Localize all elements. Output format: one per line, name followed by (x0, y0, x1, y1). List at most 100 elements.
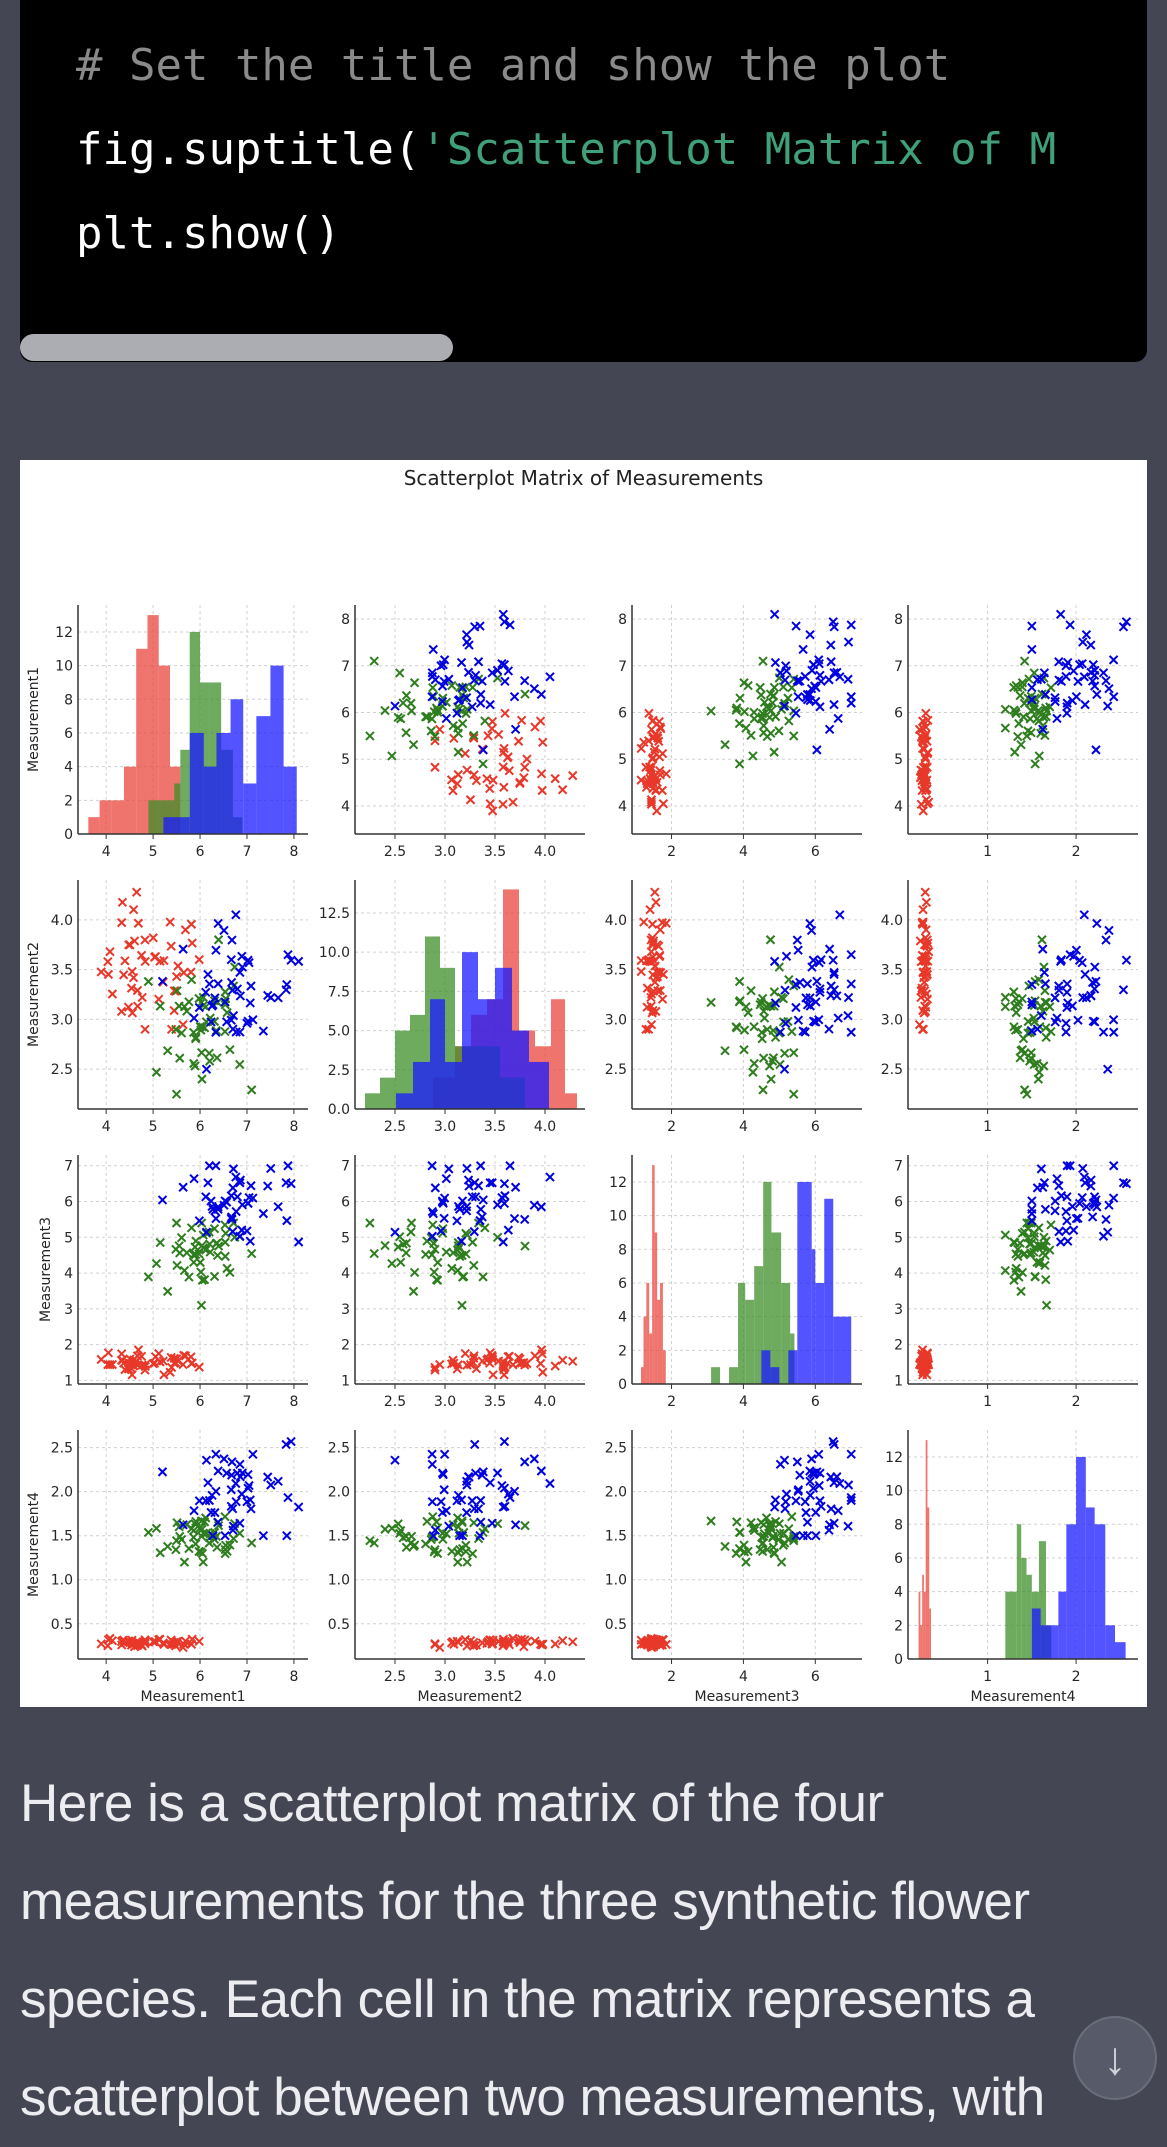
scatter-point (401, 1542, 412, 1553)
histogram-bar (922, 1574, 924, 1659)
y-tick-label: 4 (894, 1585, 903, 1601)
scatter-point (263, 990, 273, 1001)
y-tick-label: 6 (894, 705, 903, 721)
scatter-point (746, 730, 756, 741)
scatter-point (1034, 1223, 1044, 1233)
histogram-bar (88, 817, 100, 834)
y-tick-label: 8 (341, 612, 350, 628)
scatter-point (179, 1265, 190, 1276)
y-tick-label: 1 (341, 1373, 350, 1389)
histogram-bar (833, 1316, 852, 1384)
y-tick-label: 1 (64, 1373, 73, 1389)
scatter-point (461, 629, 472, 640)
x-tick-label: 2.5 (384, 1669, 406, 1685)
scatter-point (791, 1496, 801, 1506)
y-tick-label: 7 (341, 1159, 350, 1175)
histogram-bar (430, 999, 445, 1109)
scatter-point (246, 1504, 256, 1514)
x-tick-label: 2 (1072, 1669, 1081, 1685)
scatter-point (444, 1164, 454, 1174)
scatter-point (846, 949, 856, 960)
code-horizontal-scrollbar[interactable] (20, 334, 453, 361)
scatter-point (406, 1531, 417, 1542)
x-tick-label: 7 (243, 1119, 252, 1135)
scatter-point (131, 887, 142, 897)
scatter-point (1102, 1064, 1113, 1074)
y-tick-label: 1.5 (328, 1529, 350, 1545)
x-tick-label: 2 (667, 844, 676, 860)
scatter-point (475, 1495, 486, 1506)
scatter-point (478, 759, 488, 769)
scatter-point (430, 762, 440, 772)
scatter-point (226, 1485, 236, 1495)
y-tick-label: 6 (64, 1195, 73, 1211)
scatter-point (1034, 751, 1044, 761)
scatter-point (720, 1541, 730, 1552)
scatter-point (1101, 1214, 1111, 1225)
scatter-point (1080, 969, 1090, 980)
histogram-bar (380, 1077, 395, 1109)
scatter-point (127, 966, 137, 977)
scatter-point (154, 994, 164, 1004)
scatter-point (1000, 723, 1011, 733)
histogram-bar (770, 1367, 780, 1384)
y-tick-label: 4.0 (881, 913, 903, 929)
scatter-point (787, 1026, 797, 1037)
scatter-point (746, 985, 756, 996)
scatter-point (509, 691, 520, 702)
scatter-point (1054, 657, 1064, 667)
scatter-point (1062, 1192, 1072, 1202)
y-tick-label: 2 (618, 1343, 627, 1359)
histogram-bar (163, 817, 177, 834)
scatter-point (467, 1237, 478, 1247)
scatter-point (422, 1516, 432, 1527)
scatter-point (1009, 987, 1019, 997)
y-tick-label: 0 (64, 827, 73, 843)
scatter-point (918, 806, 928, 816)
y-tick-label: 4 (64, 760, 73, 776)
scatter-point (246, 981, 256, 991)
scatter-point (1109, 1027, 1119, 1037)
scatter-point (499, 782, 509, 792)
y-tick-label: 12.5 (319, 906, 350, 922)
scatter-point (227, 1457, 237, 1467)
y-tick-label: 4 (341, 799, 350, 815)
scatter-point (545, 1172, 555, 1182)
scatter-point (833, 1505, 843, 1516)
scatter-point (776, 1557, 787, 1567)
code-suptitle-line: fig.suptitle('Scatterplot Matrix of M (76, 124, 1056, 175)
scatter-point (483, 731, 493, 741)
scatter-point (793, 1015, 804, 1025)
scroll-to-bottom-button[interactable]: ↓ (1073, 2016, 1157, 2100)
y-tick-label: 0 (618, 1377, 627, 1393)
histogram-bar (745, 1299, 755, 1384)
scatter-point (846, 620, 856, 630)
x-tick-label: 2 (667, 1669, 676, 1685)
x-tick-label: 3.0 (434, 1669, 456, 1685)
scatter-point (213, 979, 223, 989)
scatter-point (920, 887, 930, 897)
scatter-point (1091, 745, 1101, 755)
scatter-point (430, 1183, 441, 1193)
scatter-point (140, 1024, 150, 1035)
scatter-point (535, 1358, 546, 1369)
scatter-point (408, 740, 419, 750)
scatter-point (1041, 1032, 1051, 1043)
histogram-bar (270, 665, 284, 834)
scatter-point (793, 945, 803, 955)
x-tick-label: 6 (196, 1669, 205, 1685)
scatter-point (824, 675, 834, 685)
y-tick-label: 3 (894, 1302, 903, 1318)
x-tick-label: 3.5 (484, 1669, 506, 1685)
scatter-point (171, 1089, 182, 1099)
scatter-point (781, 951, 792, 962)
x-tick-label: 6 (811, 1119, 820, 1135)
y-tick-label: 7 (894, 1159, 903, 1175)
scatter-point (133, 918, 144, 928)
x-tick-label: 4.0 (534, 1119, 556, 1135)
y-tick-label: 2 (341, 1338, 350, 1354)
scatter-point (282, 979, 292, 990)
scatter-point (734, 718, 745, 729)
x-tick-label: 6 (196, 1394, 205, 1410)
scatter-point (246, 1181, 256, 1191)
